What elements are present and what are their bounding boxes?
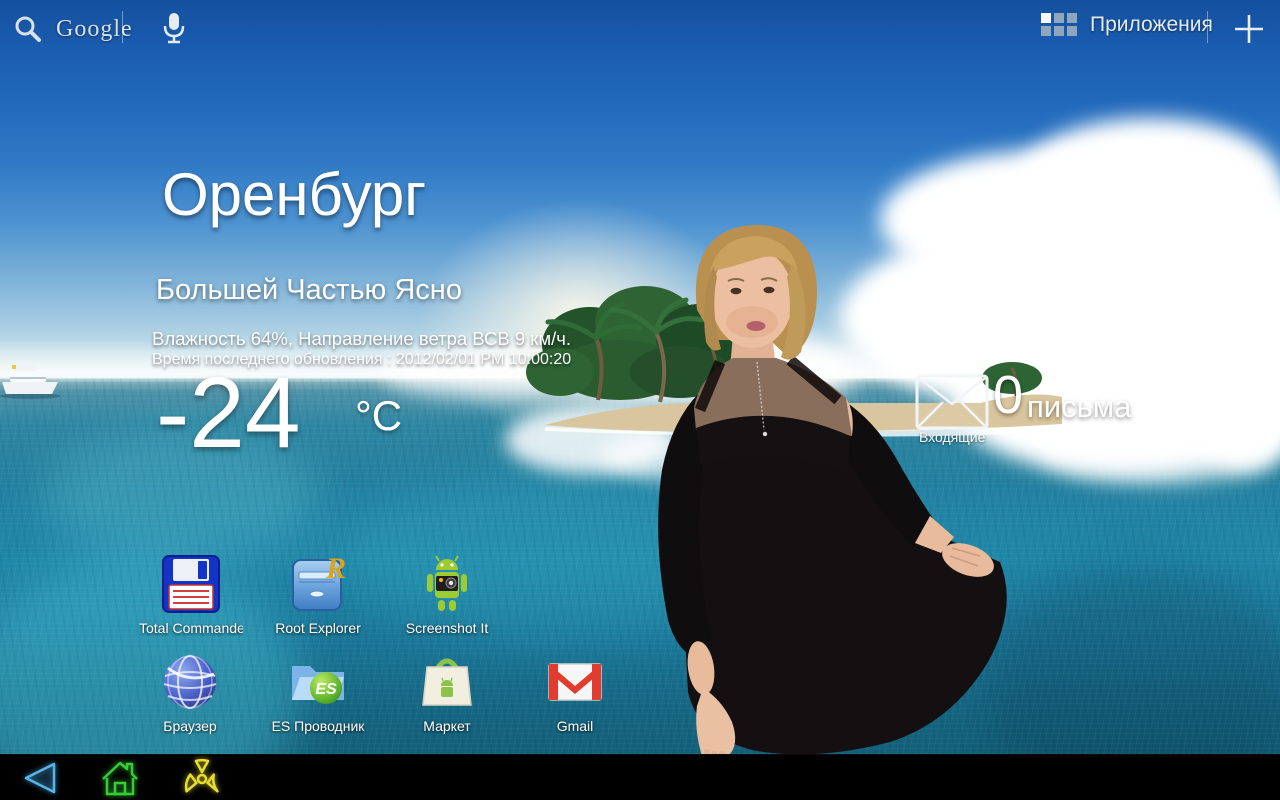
shortcut-label: Screenshot It xyxy=(389,620,505,636)
recent-apps-button[interactable] xyxy=(176,758,228,798)
shortcut-label: Маркет xyxy=(389,718,505,734)
shortcut-label: Браузер xyxy=(132,718,248,734)
weather-widget[interactable]: Оренбург Большей Частью Ясно Влажность 6… xyxy=(150,160,690,470)
home-button[interactable] xyxy=(94,758,146,798)
shortcut-label: Gmail xyxy=(517,718,633,734)
market-bag-icon xyxy=(415,650,479,714)
android-camera-icon xyxy=(415,552,479,616)
file-cabinet-icon: R xyxy=(286,552,350,616)
svg-text:R: R xyxy=(325,552,346,585)
all-apps-button[interactable]: Приложения xyxy=(1040,11,1213,39)
apps-label: Приложения xyxy=(1090,13,1213,37)
floppy-disk-icon xyxy=(159,552,223,616)
shortcut-es-explorer[interactable]: ES ES Проводник xyxy=(260,650,376,734)
shortcut-label: ES Проводник xyxy=(260,718,376,734)
unread-label: письма xyxy=(1027,389,1131,425)
weather-unit: °C xyxy=(355,392,402,440)
envelope-icon xyxy=(915,374,989,430)
voice-search-button[interactable] xyxy=(152,6,196,50)
back-triangle-icon xyxy=(20,761,60,795)
topbar-divider xyxy=(1207,11,1208,43)
home-house-icon xyxy=(99,759,141,797)
unread-count: 0 xyxy=(993,364,1023,426)
shortcut-root-explorer[interactable]: R Root Explorer xyxy=(260,552,376,636)
microphone-icon xyxy=(161,11,187,45)
shortcut-browser[interactable]: Браузер xyxy=(132,650,248,734)
globe-icon xyxy=(158,650,222,714)
shortcut-gmail[interactable]: Gmail xyxy=(517,650,633,734)
shortcut-total-commander[interactable]: Total Commander xyxy=(133,552,249,636)
weather-temperature: -24 xyxy=(156,356,301,471)
shortcut-market[interactable]: Маркет xyxy=(389,650,505,734)
magnifier-icon xyxy=(12,13,44,45)
weather-city: Оренбург xyxy=(162,160,426,229)
back-button[interactable] xyxy=(14,758,66,798)
shortcut-label: Root Explorer xyxy=(260,620,376,636)
apps-grid-icon xyxy=(1040,11,1078,39)
add-widget-button[interactable] xyxy=(1228,8,1270,50)
plus-icon xyxy=(1233,13,1265,45)
system-bar: 0:54 100 xyxy=(0,754,1280,800)
email-widget[interactable]: Входящие 0 письма xyxy=(915,372,1155,450)
radiation-icon xyxy=(181,758,223,798)
gmail-envelope-icon xyxy=(543,650,607,714)
inbox-label: Входящие xyxy=(919,429,985,445)
google-search-widget[interactable]: Google xyxy=(12,8,133,50)
android-home-screen: Google Приложения Оренбург Большей Часть xyxy=(0,0,1280,800)
folder-es-icon: ES xyxy=(286,650,350,714)
weather-humidity-wind: Влажность 64%, Направление ветра ВСВ 9 к… xyxy=(152,328,571,350)
shortcut-screenshot-it[interactable]: Screenshot It xyxy=(389,552,505,636)
shortcut-label: Total Commander xyxy=(139,620,243,636)
topbar-divider xyxy=(122,11,123,43)
weather-condition: Большей Частью Ясно xyxy=(156,274,462,307)
svg-text:ES: ES xyxy=(315,681,337,698)
